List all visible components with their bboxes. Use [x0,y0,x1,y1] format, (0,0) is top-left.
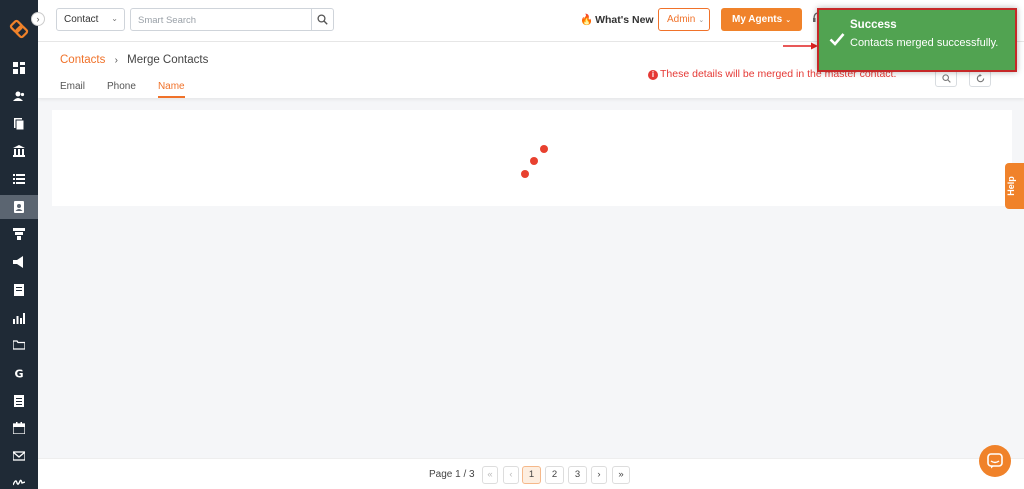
svg-text:G: G [14,368,23,380]
whats-new-label: What's New [595,14,654,26]
my-agents-label: My Agents [732,14,783,25]
list-icon[interactable] [0,167,38,191]
success-toast[interactable]: Success Contacts merged successfully. [817,8,1017,72]
signature-icon[interactable] [0,470,38,489]
app-logo-icon[interactable] [8,18,30,40]
entity-select[interactable]: Contact ⌄ [56,8,125,31]
tab-email[interactable]: Email [60,76,85,98]
chart-icon[interactable] [0,306,38,330]
page-button-3[interactable]: 3 [568,466,587,484]
flame-icon: 🔥 [580,14,594,26]
help-tab[interactable]: Help [1005,163,1024,209]
page-button-2[interactable]: 2 [545,466,564,484]
annotation-arrow-icon [783,42,818,50]
search-icon [941,74,951,83]
my-agents-button[interactable]: My Agents ⌄ [721,8,802,31]
check-icon [829,33,845,46]
sidebar-toggle-button[interactable]: › [31,12,45,26]
chevron-right-icon: › [114,55,118,66]
entity-select-value: Contact [64,14,99,25]
refresh-button[interactable] [969,70,991,87]
next-page-button[interactable]: › [591,466,607,484]
admin-label: Admin [667,14,696,25]
info-icon: i [648,70,658,80]
chat-button[interactable] [979,445,1011,477]
breadcrumb: Contacts › Merge Contacts [60,54,208,66]
chevron-down-icon: ⌄ [698,17,705,24]
page-info: Page 1 / 3 [429,469,475,480]
search-button[interactable] [311,8,334,31]
breadcrumb-contacts-link[interactable]: Contacts [60,54,105,66]
mail-icon[interactable] [0,444,38,468]
tab-phone[interactable]: Phone [107,76,136,98]
search-input[interactable]: Smart Search [130,8,312,31]
funnel-icon[interactable] [0,222,38,246]
toast-title: Success [850,19,897,31]
dashboard-icon[interactable] [0,56,38,80]
whats-new-link[interactable]: 🔥 What's New [580,13,654,26]
report-icon[interactable] [0,278,38,302]
spinner-dot [530,157,538,165]
tab-name[interactable]: Name [157,76,185,98]
users-icon[interactable] [0,84,38,108]
chevron-down-icon: ⌄ [111,14,118,23]
refresh-icon [976,74,984,83]
first-page-button[interactable]: « [482,466,498,484]
contacts-icon[interactable] [0,195,38,219]
folder-icon[interactable] [0,333,38,357]
page-button-1[interactable]: 1 [522,466,541,484]
google-icon[interactable]: G [0,361,38,385]
pagination-bar: Page 1 / 3 « ‹ 1 2 3 › » [38,458,1024,489]
prev-page-button[interactable]: ‹ [503,466,519,484]
spinner-dot [540,145,548,153]
merge-content-panel [52,110,1012,206]
megaphone-icon[interactable] [0,250,38,274]
page-title: Merge Contacts [127,54,209,66]
chevron-down-icon: ⌄ [785,17,792,24]
calendar-icon[interactable] [0,416,38,440]
spinner-dot [521,170,529,178]
spreadsheet-icon[interactable] [0,389,38,413]
last-page-button[interactable]: » [612,466,630,484]
bank-icon[interactable] [0,139,38,163]
admin-button[interactable]: Admin ⌄ [658,8,710,31]
toast-message: Contacts merged successfully. [850,37,999,49]
sidebar: G [0,0,38,489]
documents-icon[interactable] [0,112,38,136]
help-label: Help [1005,176,1016,196]
search-toggle-button[interactable] [935,70,957,87]
search-icon [317,14,328,25]
merge-tabs: Email Phone Name [60,76,207,98]
chat-icon [987,453,1003,469]
